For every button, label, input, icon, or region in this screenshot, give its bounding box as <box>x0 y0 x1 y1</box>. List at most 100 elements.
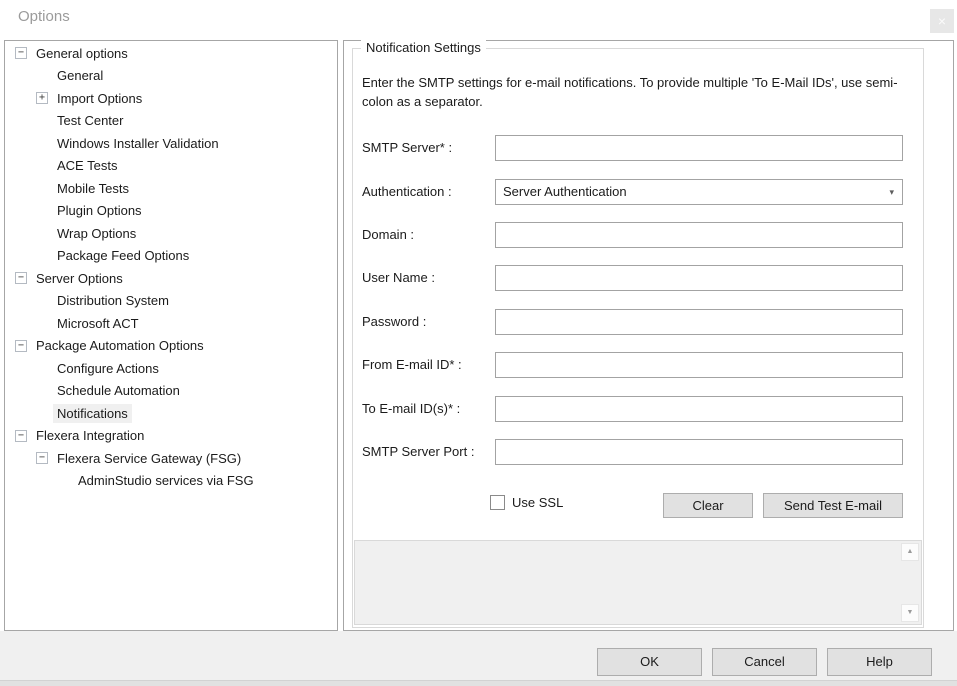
authentication-select[interactable]: Server Authentication ▾ <box>495 179 903 205</box>
tree-item-label: Wrap Options <box>53 224 140 243</box>
password-label: Password : <box>362 309 495 335</box>
tree-item-schedule-automation[interactable]: Schedule Automation <box>5 380 337 403</box>
user-name-label: User Name : <box>362 265 495 291</box>
scroll-up-icon: ▲ <box>907 548 914 555</box>
tree-item-windows-installer-validation[interactable]: Windows Installer Validation <box>5 132 337 155</box>
tree-item-label: Flexera Service Gateway (FSG) <box>53 449 245 468</box>
tree-item-label-selected: Notifications <box>53 404 132 423</box>
tree-item-ace-tests[interactable]: ACE Tests <box>5 155 337 178</box>
tree-item-plugin-options[interactable]: Plugin Options <box>5 200 337 223</box>
tree-item-notifications[interactable]: Notifications <box>5 402 337 425</box>
tree-item-label: Test Center <box>53 111 127 130</box>
tree-item-flexera-service-gateway[interactable]: − Flexera Service Gateway (FSG) <box>5 447 337 470</box>
ok-button[interactable]: OK <box>597 648 702 676</box>
tree-item-adminstudio-services-via-fsg[interactable]: AdminStudio services via FSG <box>5 470 337 493</box>
to-email-row: To E-mail ID(s)* : <box>362 396 903 422</box>
help-button[interactable]: Help <box>827 648 932 676</box>
tree-item-server-options[interactable]: − Server Options <box>5 267 337 290</box>
tree-item-flexera-integration[interactable]: − Flexera Integration <box>5 425 337 448</box>
tree-item-label: Package Feed Options <box>53 246 193 265</box>
smtp-server-label: SMTP Server* : <box>362 135 495 161</box>
indent-spacer <box>36 233 53 234</box>
tree-item-package-automation-options[interactable]: − Package Automation Options <box>5 335 337 358</box>
smtp-server-row: SMTP Server* : <box>362 135 903 161</box>
use-ssl-option: Use SSL <box>490 495 563 510</box>
scroll-up-button[interactable]: ▲ <box>901 543 919 561</box>
tree-item-general[interactable]: General <box>5 65 337 88</box>
indent-spacer <box>57 480 74 481</box>
indent-spacer <box>36 120 53 121</box>
tree-item-general-options[interactable]: − General options <box>5 42 337 65</box>
indent-spacer <box>36 368 53 369</box>
indent-spacer <box>36 390 53 391</box>
from-email-input[interactable] <box>495 352 903 378</box>
indent-spacer <box>36 255 53 256</box>
tree-item-label: AdminStudio services via FSG <box>74 471 258 490</box>
user-name-input[interactable] <box>495 265 903 291</box>
to-email-label: To E-mail ID(s)* : <box>362 396 495 422</box>
tree-item-label: Package Automation Options <box>32 336 208 355</box>
smtp-server-input[interactable] <box>495 135 903 161</box>
tree-item-microsoft-act[interactable]: Microsoft ACT <box>5 312 337 335</box>
tree-item-import-options[interactable]: + Import Options <box>5 87 337 110</box>
smtp-port-label: SMTP Server Port : <box>362 439 495 465</box>
tree-item-label: Configure Actions <box>53 359 163 378</box>
tree-item-wrap-options[interactable]: Wrap Options <box>5 222 337 245</box>
scroll-down-icon: ▼ <box>907 609 914 616</box>
send-test-email-button[interactable]: Send Test E-mail <box>763 493 903 518</box>
close-icon: × <box>938 13 946 29</box>
indent-spacer <box>36 165 53 166</box>
tree-item-test-center[interactable]: Test Center <box>5 110 337 133</box>
tree-item-package-feed-options[interactable]: Package Feed Options <box>5 245 337 268</box>
from-email-label: From E-mail ID* : <box>362 352 495 378</box>
collapse-icon[interactable]: − <box>15 340 27 352</box>
user-name-row: User Name : <box>362 265 903 291</box>
tree-item-label: General options <box>32 44 132 63</box>
tree-item-label: Microsoft ACT <box>53 314 143 333</box>
indent-spacer <box>36 188 53 189</box>
cancel-button[interactable]: Cancel <box>712 648 817 676</box>
collapse-icon[interactable]: − <box>36 452 48 464</box>
collapse-icon[interactable]: − <box>15 47 27 59</box>
smtp-description: Enter the SMTP settings for e-mail notif… <box>362 73 910 111</box>
title-bar: Options × <box>0 0 957 40</box>
indent-spacer <box>36 210 53 211</box>
clear-button[interactable]: Clear <box>663 493 753 518</box>
tree-item-configure-actions[interactable]: Configure Actions <box>5 357 337 380</box>
from-email-row: From E-mail ID* : <box>362 352 903 378</box>
authentication-row: Authentication : Server Authentication ▾ <box>362 179 903 205</box>
tree-item-mobile-tests[interactable]: Mobile Tests <box>5 177 337 200</box>
smtp-port-input[interactable] <box>495 439 903 465</box>
tree-item-label: ACE Tests <box>53 156 121 175</box>
collapse-icon[interactable]: − <box>15 272 27 284</box>
tree-item-label: Plugin Options <box>53 201 146 220</box>
domain-input[interactable] <box>495 222 903 248</box>
tree-item-label: Windows Installer Validation <box>53 134 223 153</box>
tree-item-label: Flexera Integration <box>32 426 148 445</box>
expand-icon[interactable]: + <box>36 92 48 104</box>
indent-spacer <box>36 75 53 76</box>
domain-row: Domain : <box>362 222 903 248</box>
password-row: Password : <box>362 309 903 335</box>
indent-spacer <box>36 143 53 144</box>
tree-item-label: Distribution System <box>53 291 173 310</box>
status-message-area: ▲ ▼ <box>354 540 922 625</box>
group-title: Notification Settings <box>361 40 486 55</box>
authentication-selected-value: Server Authentication <box>503 184 627 199</box>
smtp-port-row: SMTP Server Port : <box>362 439 903 465</box>
password-input[interactable] <box>495 309 903 335</box>
tree-item-label: Import Options <box>53 89 146 108</box>
to-email-input[interactable] <box>495 396 903 422</box>
close-button[interactable]: × <box>930 9 954 33</box>
indent-spacer <box>36 413 53 414</box>
use-ssl-label: Use SSL <box>512 495 563 510</box>
indent-spacer <box>36 300 53 301</box>
bottom-strip <box>0 680 957 686</box>
scroll-down-button[interactable]: ▼ <box>901 604 919 622</box>
tree-item-distribution-system[interactable]: Distribution System <box>5 290 337 313</box>
indent-spacer <box>36 323 53 324</box>
use-ssl-checkbox[interactable] <box>490 495 505 510</box>
options-tree: − General options General + Import Optio… <box>4 40 338 631</box>
tree-item-label: General <box>53 66 107 85</box>
collapse-icon[interactable]: − <box>15 430 27 442</box>
